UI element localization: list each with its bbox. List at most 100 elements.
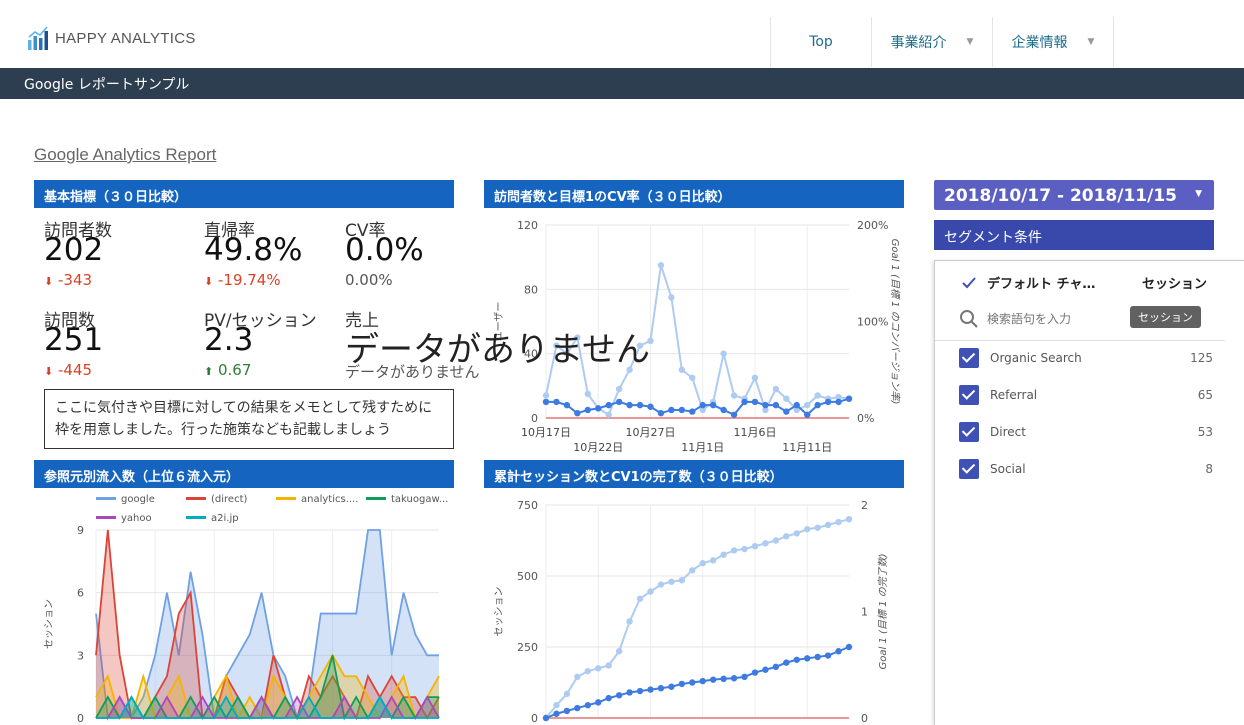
- report-title[interactable]: Google Analytics Report: [34, 145, 216, 165]
- data-point: [615, 385, 623, 393]
- data-point: [668, 683, 675, 690]
- data-point: [751, 542, 759, 550]
- data-point: [605, 411, 612, 418]
- kpi-bounce-delta: ⬇ -19.74%: [204, 271, 281, 289]
- data-point: [595, 405, 602, 412]
- data-point: [647, 403, 654, 410]
- data-point: [636, 595, 644, 602]
- data-point: [678, 577, 686, 584]
- date-range-picker[interactable]: 2018/10/17 - 2018/11/15 ▼: [934, 180, 1214, 210]
- y2-axis-label: Goal 1 (目標 1 のコンバージョン率): [889, 239, 901, 405]
- segment-item-organic-search[interactable]: Organic Search 125: [935, 343, 1225, 373]
- kpi-visitors-delta-text: -343: [58, 271, 93, 289]
- legend-label: google: [121, 494, 155, 505]
- memo-box: ここに気付きや目標に対しての結果をメモとして残すために枠を用意しました。行った施…: [44, 389, 454, 449]
- nav-top-label: Top: [809, 34, 833, 50]
- data-point: [657, 409, 665, 417]
- y-tick-label: 0: [77, 712, 84, 725]
- nav-company[interactable]: 企業情報 ▼: [992, 17, 1114, 67]
- data-point: [783, 395, 790, 402]
- segment-item-count: 53: [1197, 425, 1213, 439]
- page-header-title: Google レポートサンプル: [24, 77, 190, 93]
- chart1-heading: 訪問者数と目標1のCV率（３０日比較）: [484, 180, 904, 208]
- nav-company-label: 企業情報: [1011, 35, 1068, 51]
- data-point: [699, 401, 706, 409]
- nav-top[interactable]: Top: [770, 17, 871, 67]
- data-point: [835, 398, 842, 406]
- data-point: [845, 395, 853, 402]
- data-point: [772, 663, 780, 671]
- data-point: [678, 366, 686, 373]
- x-tick-label: 11月6日: [733, 426, 776, 439]
- kpi-pvs-value: 2.3: [204, 322, 254, 358]
- data-point: [824, 521, 832, 529]
- kpi-bounce-delta-text: -19.74%: [218, 271, 281, 289]
- segment-item-direct[interactable]: Direct 53: [935, 417, 1225, 447]
- data-point: [741, 673, 748, 681]
- data-point: [783, 659, 790, 666]
- segment-search-input[interactable]: [987, 309, 1127, 329]
- chevron-down-icon: ▼: [966, 37, 974, 47]
- legend-swatch: [96, 497, 116, 500]
- data-point: [699, 677, 706, 685]
- data-point: [720, 350, 727, 357]
- checkbox-checked-icon[interactable]: [959, 385, 979, 405]
- data-point: [720, 551, 727, 558]
- arrow-down-icon: ⬇: [44, 365, 54, 378]
- data-point: [657, 581, 665, 588]
- x-tick-label: 10月17日: [521, 426, 571, 439]
- checkbox-checked-icon[interactable]: [959, 348, 979, 368]
- y-tick-label: 0: [531, 712, 538, 725]
- data-point: [542, 714, 550, 722]
- data-point: [824, 652, 832, 659]
- data-point: [772, 385, 780, 393]
- checkbox-checked-icon[interactable]: [959, 459, 979, 479]
- date-range-text: 2018/10/17 - 2018/11/15: [944, 186, 1177, 206]
- y2-tick-label: 2: [861, 499, 868, 512]
- data-point: [835, 648, 842, 655]
- data-point: [542, 398, 550, 406]
- y2-tick-label: 200%: [857, 219, 888, 232]
- data-point: [605, 662, 612, 669]
- data-point: [730, 675, 738, 682]
- dropdown-arrow-icon: ▼: [1195, 189, 1202, 199]
- top-header: HAPPY ANALYTICS Top 事業紹介 ▼ 企業情報 ▼: [0, 0, 1244, 68]
- data-point: [626, 689, 633, 696]
- segment-item-label: Direct: [990, 425, 1026, 439]
- data-point: [584, 390, 591, 398]
- arrow-up-icon: ⬆: [204, 365, 214, 378]
- segment-item-label: Social: [990, 462, 1026, 476]
- series-line-1: [545, 646, 850, 719]
- data-point: [709, 676, 717, 683]
- data-point: [699, 560, 706, 567]
- data-point: [804, 411, 811, 418]
- y2-tick-label: 1: [861, 606, 868, 619]
- data-point: [668, 406, 675, 414]
- y-tick-label: 3: [77, 649, 84, 662]
- kpi-panel-heading: 基本指標（３０日比較）: [34, 180, 454, 208]
- data-point: [762, 540, 769, 547]
- data-point: [553, 710, 560, 717]
- kpi-pvs-delta-text: 0.67: [218, 361, 252, 379]
- data-point: [668, 578, 675, 585]
- checkbox-checked-icon[interactable]: [959, 422, 979, 442]
- nav-business[interactable]: 事業紹介 ▼: [871, 17, 992, 67]
- segment-item-referral[interactable]: Referral 65: [935, 380, 1225, 410]
- data-point: [574, 704, 581, 712]
- kpi-sessions-delta: ⬇ -445: [44, 361, 92, 379]
- y-tick-label: 9: [77, 524, 84, 537]
- data-point: [783, 533, 790, 540]
- data-point: [793, 401, 800, 409]
- segment-item-social[interactable]: Social 8: [935, 454, 1225, 484]
- y-tick-label: 120: [517, 219, 538, 232]
- data-point: [762, 666, 769, 673]
- data-point: [845, 516, 853, 523]
- data-point: [720, 675, 727, 683]
- data-point: [689, 679, 696, 686]
- select-all-checkbox[interactable]: [959, 273, 979, 293]
- data-point: [804, 655, 811, 662]
- data-point: [751, 398, 759, 406]
- logo[interactable]: HAPPY ANALYTICS: [27, 24, 196, 52]
- page-header-bar: Google レポートサンプル: [0, 68, 1244, 99]
- data-point: [814, 524, 821, 531]
